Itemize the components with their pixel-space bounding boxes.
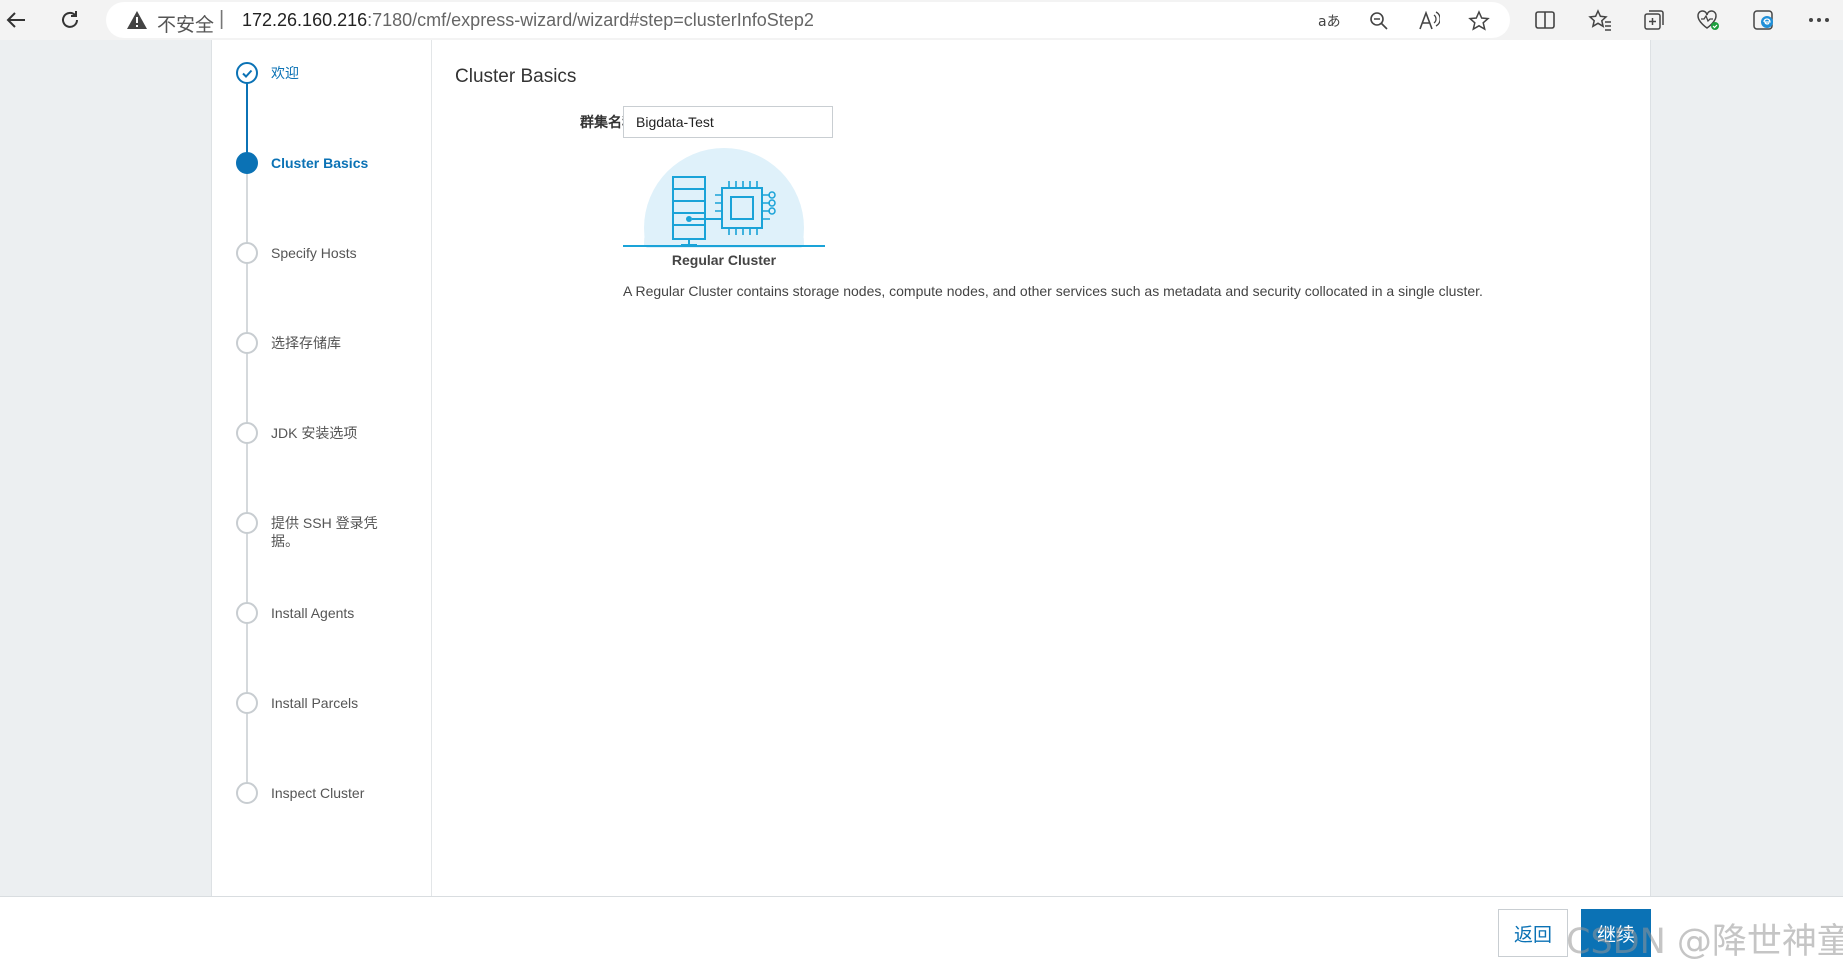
security-label[interactable]: 不安全 [157,10,214,37]
favorite-star-icon[interactable] [1466,8,1492,34]
step-pending-icon [236,422,258,444]
step-label: Install Parcels [271,695,359,711]
regular-cluster-label: Regular Cluster [671,252,777,268]
section-title: Cluster Basics [455,66,577,87]
watermark-text: CSDN @降世神童 [1566,922,1843,962]
cluster-name-input[interactable] [623,106,833,138]
step-label: JDK 安装选项 [271,425,358,441]
regular-cluster-description: A Regular Cluster contains storage nodes… [623,283,1483,299]
step-pending-icon [236,512,258,534]
svg-text:aあ: aあ [1318,14,1340,30]
step-label: Specify Hosts [271,245,357,261]
wizard-steps-nav: 欢迎 Cluster Basics Specify Hosts 选择存储库 JD… [212,40,432,896]
read-aloud-icon[interactable] [1416,8,1442,34]
more-icon[interactable] [1805,6,1833,34]
step-label: 欢迎 [271,65,299,81]
step-label: Cluster Basics [271,155,369,171]
step-pending-icon [236,602,258,624]
collections-icon[interactable] [1640,6,1668,34]
step-pending-icon [236,242,258,264]
regular-cluster-option[interactable]: Regular Cluster [623,148,825,273]
browser-toolbar: 不安全 | 172.26.160.216:7180/cmf/express-wi… [0,0,1843,40]
right-gutter [1650,40,1843,896]
address-separator: | [219,8,225,30]
left-gutter [0,40,212,896]
step-label: Inspect Cluster [271,785,365,801]
step-pending-icon [236,692,258,714]
reload-icon[interactable] [56,6,84,34]
back-icon[interactable] [2,6,30,34]
warning-icon[interactable] [126,10,148,35]
step-label: 提供 SSH 登录凭据。 [271,515,378,549]
favorites-icon[interactable] [1586,6,1614,34]
zoom-out-icon[interactable] [1366,8,1392,34]
translate-icon[interactable]: aあ [1316,8,1342,34]
step-active-icon [236,152,258,174]
main-content: Cluster Basics 群集名称 Bigdata-Test Regular… [432,40,1650,896]
cluster-illustration-icon [623,148,825,248]
wizard-page: 欢迎 Cluster Basics Specify Hosts 选择存储库 JD… [0,40,1843,896]
url-path: :7180/cmf/express-wizard/wizard#step=clu… [367,10,814,30]
address-bar[interactable]: 不安全 | 172.26.160.216:7180/cmf/express-wi… [106,2,1510,38]
edge-sidebar-icon[interactable] [1750,6,1778,34]
step-pending-icon [236,332,258,354]
url-host: 172.26.160.216 [242,10,368,30]
step-pending-icon [236,782,258,804]
step-label: Install Agents [271,605,355,621]
step-done-icon [236,62,258,84]
steps-progress-line [246,73,248,159]
url-text[interactable]: 172.26.160.216:7180/cmf/express-wizard/w… [242,10,814,31]
wizard-footer: 返回 继续 CSDN @降世神童 [0,896,1843,966]
browser-essentials-icon[interactable] [1694,6,1722,34]
split-screen-icon[interactable] [1531,6,1559,34]
step-label: 选择存储库 [271,335,341,351]
back-button[interactable]: 返回 [1498,909,1568,957]
